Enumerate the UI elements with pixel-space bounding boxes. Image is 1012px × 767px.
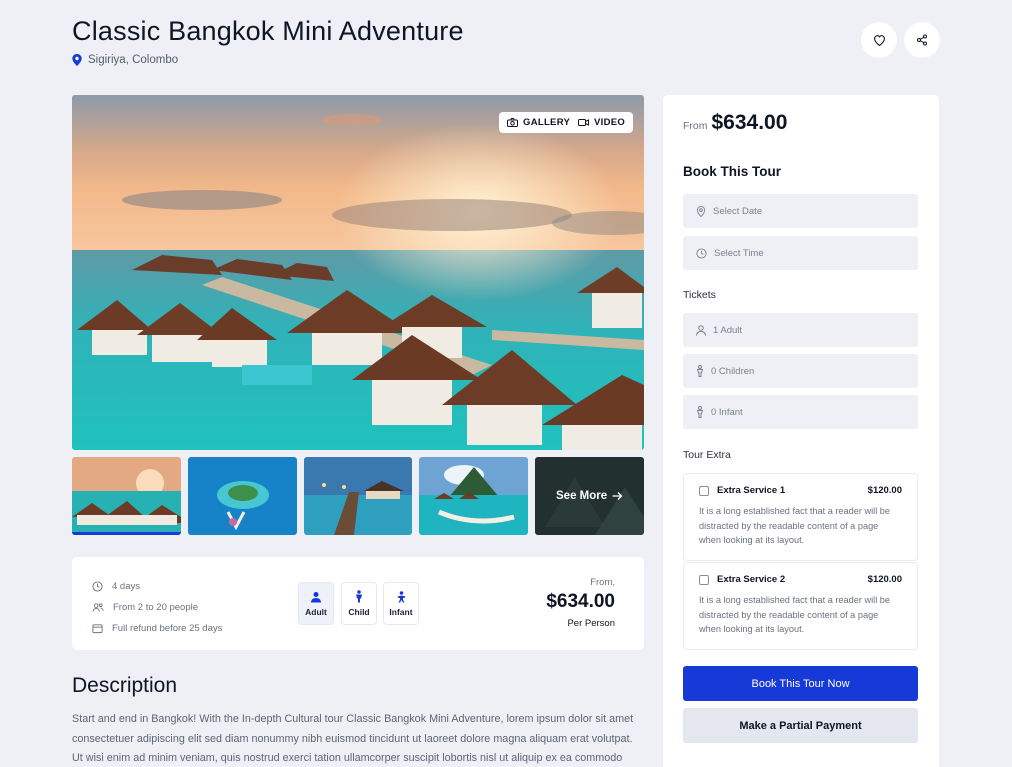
extra-service-option: Extra Service 2 $120.00 It is a long est… <box>683 562 918 650</box>
passenger-infant[interactable]: Infant <box>383 582 419 625</box>
clock-icon <box>92 581 103 592</box>
calendar-icon <box>92 624 103 634</box>
map-pin-icon <box>72 54 82 66</box>
share-button[interactable] <box>904 22 940 58</box>
thumbnail-1[interactable] <box>72 457 181 535</box>
extra-service-checkbox[interactable] <box>699 574 709 585</box>
thumbnail-strip: See More <box>72 457 644 535</box>
overview-price: From, $634.00 Per Person <box>546 577 615 629</box>
arrow-right-icon <box>612 492 623 500</box>
extra-service-name: Extra Service 2 <box>717 574 786 585</box>
map-pin-outline-icon <box>696 205 706 217</box>
description-text: Start and end in Bangkok! With the In-de… <box>72 713 634 764</box>
child-icon <box>356 590 362 603</box>
tour-overview-card: 4 days From 2 to 20 people Full refund b… <box>72 557 644 650</box>
see-more-label: See More <box>556 490 608 502</box>
book-tour-button[interactable]: Book This Tour Now <box>683 666 918 701</box>
user-icon <box>696 324 706 336</box>
share-icon <box>917 34 927 46</box>
location: Sigiriya, Colombo <box>72 54 178 66</box>
extra-service-description: It is a long established fact that a rea… <box>699 506 891 545</box>
hero-image[interactable]: GALLERY VIDEO <box>72 95 644 450</box>
partial-payment-button[interactable]: Make a Partial Payment <box>683 708 918 743</box>
adult-icon <box>311 591 321 602</box>
thumbnail-2[interactable] <box>187 457 297 535</box>
tour-extra-label: Tour Extra <box>683 449 731 461</box>
clock-icon <box>696 247 707 259</box>
gallery-button[interactable]: GALLERY <box>499 112 579 133</box>
passenger-adult[interactable]: Adult <box>298 582 334 625</box>
tour-facts: 4 days From 2 to 20 people Full refund b… <box>92 576 222 639</box>
infant-icon <box>397 590 405 602</box>
thumbnail-4[interactable] <box>419 457 529 535</box>
date-select[interactable]: Select Date <box>683 194 918 228</box>
extra-service-option: Extra Service 1 $120.00 It is a long est… <box>683 473 918 561</box>
location-text: Sigiriya, Colombo <box>88 54 179 66</box>
adult-ticket-select[interactable]: 1 Adult <box>683 313 918 347</box>
heart-icon <box>873 35 885 46</box>
favorite-button[interactable] <box>861 22 897 58</box>
child-icon <box>696 365 704 377</box>
child-icon <box>696 406 704 418</box>
extra-service-price: $120.00 <box>867 485 902 496</box>
passenger-child[interactable]: Child <box>341 582 377 625</box>
video-button[interactable]: VIDEO <box>570 112 634 133</box>
booking-heading: Book This Tour <box>683 164 781 179</box>
thumbnail-5[interactable]: See More <box>535 457 644 535</box>
video-label: VIDEO <box>594 117 626 128</box>
children-ticket-select[interactable]: 0 Children <box>683 354 918 388</box>
video-icon <box>578 119 589 126</box>
refund-fact: Full refund before 25 days <box>92 618 222 639</box>
camera-icon <box>507 118 518 127</box>
infant-ticket-select[interactable]: 0 Infant <box>683 395 918 429</box>
thumbnail-3[interactable] <box>303 457 413 535</box>
see-more-link[interactable]: See More <box>535 457 644 535</box>
extra-service-checkbox[interactable] <box>699 485 709 496</box>
booking-card: From $634.00 Book This Tour Select Date S… <box>663 95 939 767</box>
overview-price-value: $634.00 <box>546 591 615 612</box>
extra-service-description: It is a long established fact that a rea… <box>699 595 891 634</box>
extra-service-price: $120.00 <box>867 574 902 585</box>
extra-service-name: Extra Service 1 <box>717 485 786 496</box>
time-select[interactable]: Select Time <box>683 236 918 270</box>
page-title: Classic Bangkok Mini Adventure <box>72 16 464 46</box>
booking-price: From $634.00 <box>683 111 788 134</box>
users-icon <box>92 603 104 612</box>
group-size-fact: From 2 to 20 people <box>92 597 222 618</box>
booking-price-value: $634.00 <box>711 111 788 134</box>
duration-fact: 4 days <box>92 576 222 597</box>
tickets-label: Tickets <box>683 289 716 301</box>
description-heading: Description <box>72 674 178 697</box>
resort-photo <box>72 95 644 450</box>
gallery-label: GALLERY <box>523 117 571 128</box>
